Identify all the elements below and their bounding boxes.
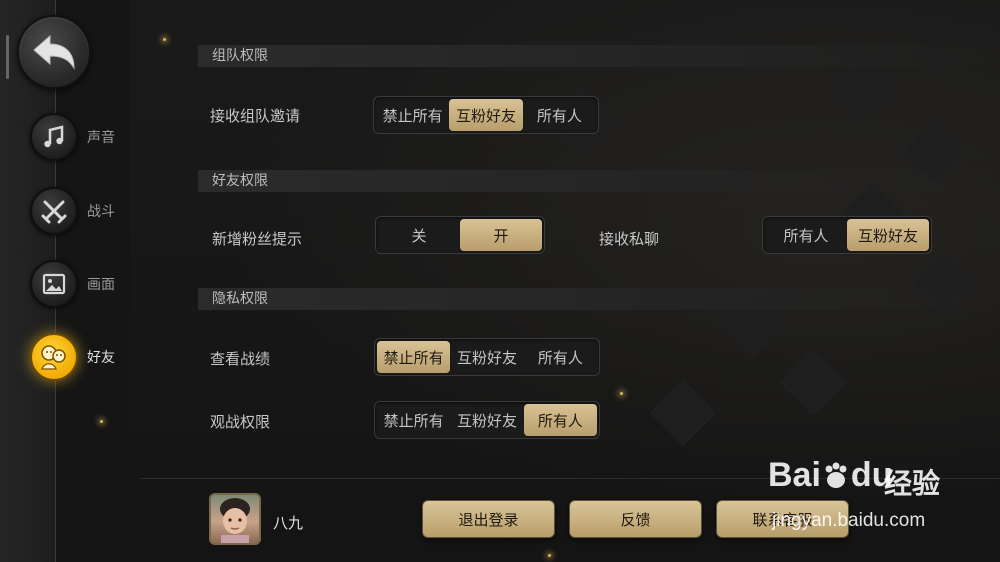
spectate-segmented: 禁止所有 互粉好友 所有人 — [374, 401, 600, 439]
spectate-option-none[interactable]: 禁止所有 — [377, 404, 450, 436]
new-fan-toggle: 关 开 — [375, 216, 545, 254]
baidu-watermark: Bai du 经验 jingyan.baidu.com — [768, 456, 1000, 542]
sidebar-item-label: 画面 — [87, 277, 115, 293]
sparkle — [100, 420, 103, 423]
record-option-none[interactable]: 禁止所有 — [377, 341, 451, 373]
new-fan-label: 新增粉丝提示 — [212, 230, 303, 248]
spectate-option-mutual[interactable]: 互粉好友 — [450, 404, 523, 436]
sidebar-item-display[interactable]: 画面 — [30, 260, 115, 308]
picture-icon — [30, 260, 78, 308]
watermark-url: jingyan.baidu.com — [772, 510, 926, 531]
section-header-privacy: 隐私权限 — [198, 288, 998, 310]
music-note-icon — [30, 113, 78, 161]
avatar-image — [220, 498, 250, 543]
back-button[interactable] — [17, 15, 91, 89]
section-header-friend: 好友权限 — [198, 170, 998, 192]
sparkle — [620, 392, 623, 395]
sparkle — [548, 554, 551, 557]
sidebar-item-sound[interactable]: 声音 — [30, 113, 115, 161]
sidebar-item-battle[interactable]: 战斗 — [30, 187, 115, 235]
record-label: 查看战绩 — [210, 350, 271, 368]
avatar[interactable] — [209, 493, 261, 545]
logout-button[interactable]: 退出登录 — [422, 500, 555, 538]
private-msg-option-mutual[interactable]: 互粉好友 — [847, 219, 929, 251]
invite-segmented: 禁止所有 互粉好友 所有人 — [373, 96, 599, 134]
sidebar-item-label: 好友 — [87, 350, 115, 366]
spectate-option-all[interactable]: 所有人 — [523, 404, 597, 436]
new-fan-option-off[interactable]: 关 — [378, 219, 460, 251]
record-segmented: 禁止所有 互粉好友 所有人 — [374, 338, 600, 376]
back-arrow-icon — [33, 34, 75, 70]
private-msg-label: 接收私聊 — [599, 230, 660, 248]
sparkle — [163, 38, 166, 41]
username: 八九 — [273, 514, 304, 532]
spectate-label: 观战权限 — [210, 413, 271, 431]
section-header-team: 组队权限 — [198, 45, 998, 67]
invite-option-all[interactable]: 所有人 — [523, 99, 596, 131]
invite-label: 接收组队邀请 — [210, 107, 301, 125]
sidebar-item-label: 声音 — [87, 130, 115, 146]
private-msg-segmented: 所有人 互粉好友 — [762, 216, 932, 254]
invite-option-none[interactable]: 禁止所有 — [376, 99, 449, 131]
friends-icon — [30, 333, 78, 381]
record-option-all[interactable]: 所有人 — [524, 341, 597, 373]
watermark-cn: 经验 — [884, 468, 941, 499]
sidebar-item-friends[interactable]: 好友 — [30, 333, 115, 381]
new-fan-option-on[interactable]: 开 — [460, 219, 542, 251]
sidebar-item-label: 战斗 — [87, 204, 115, 220]
watermark-logo: Bai du — [768, 456, 893, 494]
feedback-button[interactable]: 反馈 — [569, 500, 702, 538]
sidebar-accent — [6, 35, 9, 79]
invite-option-mutual[interactable]: 互粉好友 — [449, 99, 523, 131]
private-msg-option-all[interactable]: 所有人 — [765, 219, 847, 251]
bg-diamond — [780, 350, 846, 416]
paw-icon — [825, 462, 847, 488]
record-option-mutual[interactable]: 互粉好友 — [450, 341, 523, 373]
crossed-swords-icon — [30, 187, 78, 235]
bg-diamond — [650, 380, 716, 446]
